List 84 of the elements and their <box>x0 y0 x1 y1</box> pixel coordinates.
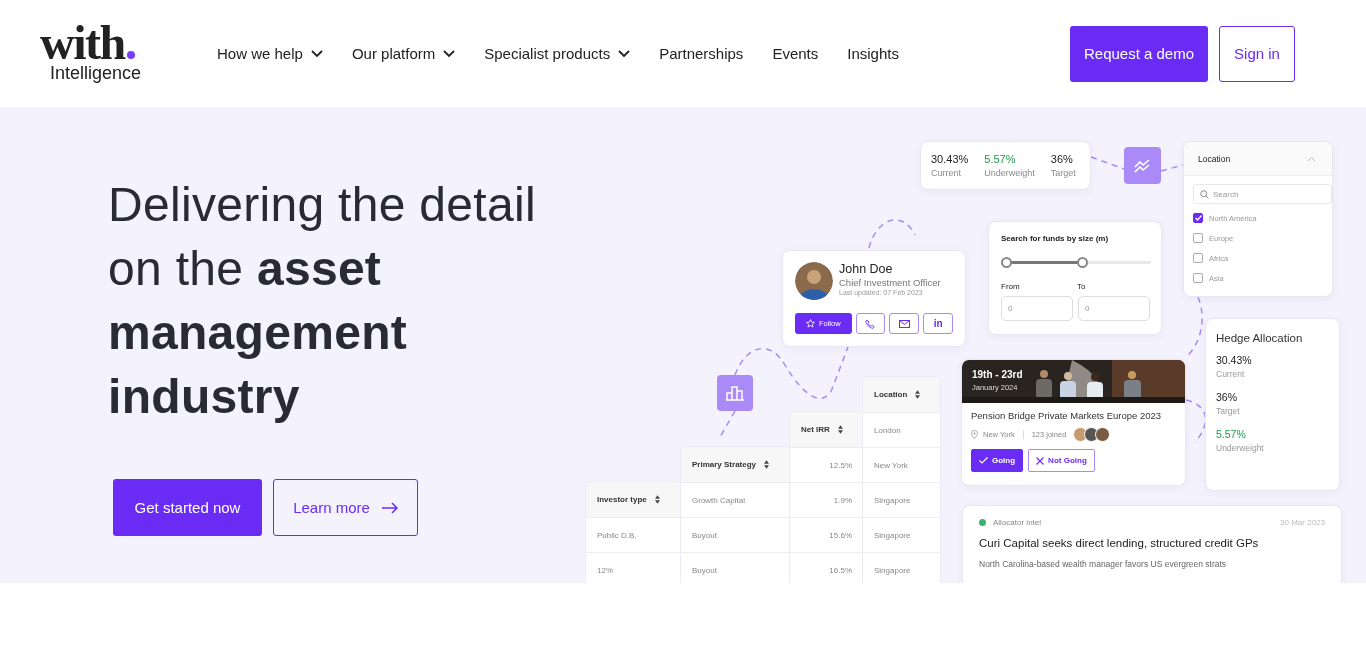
check-icon <box>979 457 988 464</box>
field-label: To <box>1077 282 1086 291</box>
nav-link[interactable]: How we help <box>217 45 323 62</box>
star-icon <box>805 319 815 328</box>
news-tag: Allocator intel <box>993 518 1042 527</box>
table-cell: London <box>863 413 940 448</box>
column-header[interactable]: Location <box>863 377 940 413</box>
logo-wordmark[interactable]: with <box>40 23 125 63</box>
nav-link[interactable]: Our platform <box>351 45 456 62</box>
checkbox[interactable] <box>1193 233 1203 243</box>
dashed-connector <box>1160 164 1184 172</box>
call-button[interactable] <box>855 313 886 334</box>
table-cell: Singapore <box>863 483 940 518</box>
checkbox[interactable] <box>1193 253 1203 263</box>
stat-value: 30.43% <box>1216 354 1253 366</box>
stat-label: Underweight <box>984 168 1035 178</box>
nav-link[interactable]: Partnerships <box>659 45 744 62</box>
sign-in-button[interactable]: Sign in <box>1219 25 1295 82</box>
mail-icon <box>898 319 910 328</box>
dashed-connector <box>868 219 916 249</box>
column-header[interactable]: Net IRR <box>790 412 863 448</box>
get-started-button[interactable]: Get started now <box>113 479 262 536</box>
location-pin-icon <box>971 430 978 439</box>
person-name: John Doe <box>839 262 894 276</box>
sort-icon[interactable] <box>837 425 843 434</box>
rsvp-button[interactable]: Not Going <box>1028 449 1095 472</box>
attendee-avatar <box>1095 427 1111 442</box>
logo-subtitle[interactable]: Intelligence <box>50 63 142 84</box>
phone-icon <box>865 318 876 329</box>
learn-more-button[interactable]: Learn more <box>273 479 418 536</box>
close-icon <box>1036 456 1045 465</box>
hero-heading: Delivering the detail on the asset management industry <box>108 177 537 425</box>
news-summary: North Carolina-based wealth manager favors US evergreen strats <box>979 559 1228 569</box>
sort-icon[interactable] <box>915 390 921 399</box>
trend-icon <box>1133 158 1152 173</box>
dashed-connector <box>1090 156 1125 170</box>
request-demo-button[interactable]: Request a demo <box>1070 25 1208 82</box>
table-cell: Singapore <box>863 553 940 583</box>
email-button[interactable] <box>889 313 920 334</box>
table-cell: New York <box>863 448 940 483</box>
event-date: 19th - 23rd <box>972 369 1023 380</box>
stat-value: 36% <box>1050 153 1074 165</box>
dashed-connector <box>719 410 736 438</box>
linkedin-button[interactable]: in <box>923 313 953 334</box>
column-header[interactable]: Investor type <box>586 482 681 518</box>
trend-tile[interactable] <box>1124 147 1161 184</box>
slider-thumb[interactable] <box>1001 257 1012 268</box>
rsvp-button[interactable]: Going <box>971 449 1024 472</box>
table-cell: Singapore <box>863 518 940 553</box>
stat-label: Target <box>1216 406 1241 416</box>
dashed-connector <box>1185 399 1207 443</box>
logo-dot <box>126 51 135 59</box>
event-title: Pension Bridge Private Markets Europe 2023 <box>971 410 1163 421</box>
arrow-right-icon <box>381 501 398 514</box>
chevron-up-icon[interactable] <box>1307 155 1316 162</box>
search-icon <box>1200 189 1209 199</box>
stat-label: Current <box>931 168 962 178</box>
card-title: Hedge Allocation <box>1216 332 1304 344</box>
from-field[interactable]: 0 <box>1001 296 1073 321</box>
stat-value: 30.43% <box>931 153 969 165</box>
chart-tile[interactable] <box>717 375 753 411</box>
slider-thumb[interactable] <box>1077 257 1089 268</box>
sort-icon[interactable] <box>654 495 660 504</box>
stat-label: Target <box>1050 168 1076 178</box>
news-headline[interactable]: Curi Capital seeks direct lending, structured credit GPs <box>979 537 1325 549</box>
card-title: Search for funds by size (m) <box>1001 234 1110 243</box>
field-label: From <box>1001 282 1021 291</box>
person-role: Chief Investment Officer <box>839 277 941 288</box>
stat-value: 5.57% <box>1216 428 1247 440</box>
avatar <box>795 262 833 300</box>
sort-icon[interactable] <box>764 460 770 469</box>
bar-chart-icon <box>726 385 744 401</box>
checkbox[interactable] <box>1193 273 1203 283</box>
column-header[interactable]: Primary Strategy <box>681 447 790 483</box>
stat-value: 36% <box>1216 391 1238 403</box>
to-field[interactable]: 0 <box>1078 296 1150 321</box>
stat-value: 5.57% <box>984 153 1017 165</box>
nav-link[interactable]: Specialist products <box>484 45 631 62</box>
checkbox[interactable] <box>1193 213 1203 223</box>
stat-label: Underweight <box>1216 443 1265 453</box>
stat-label: Current <box>1216 369 1246 379</box>
filter-title: Location <box>1198 153 1231 164</box>
nav-link[interactable]: Insights <box>847 45 899 62</box>
nav-link[interactable]: Events <box>772 45 819 62</box>
